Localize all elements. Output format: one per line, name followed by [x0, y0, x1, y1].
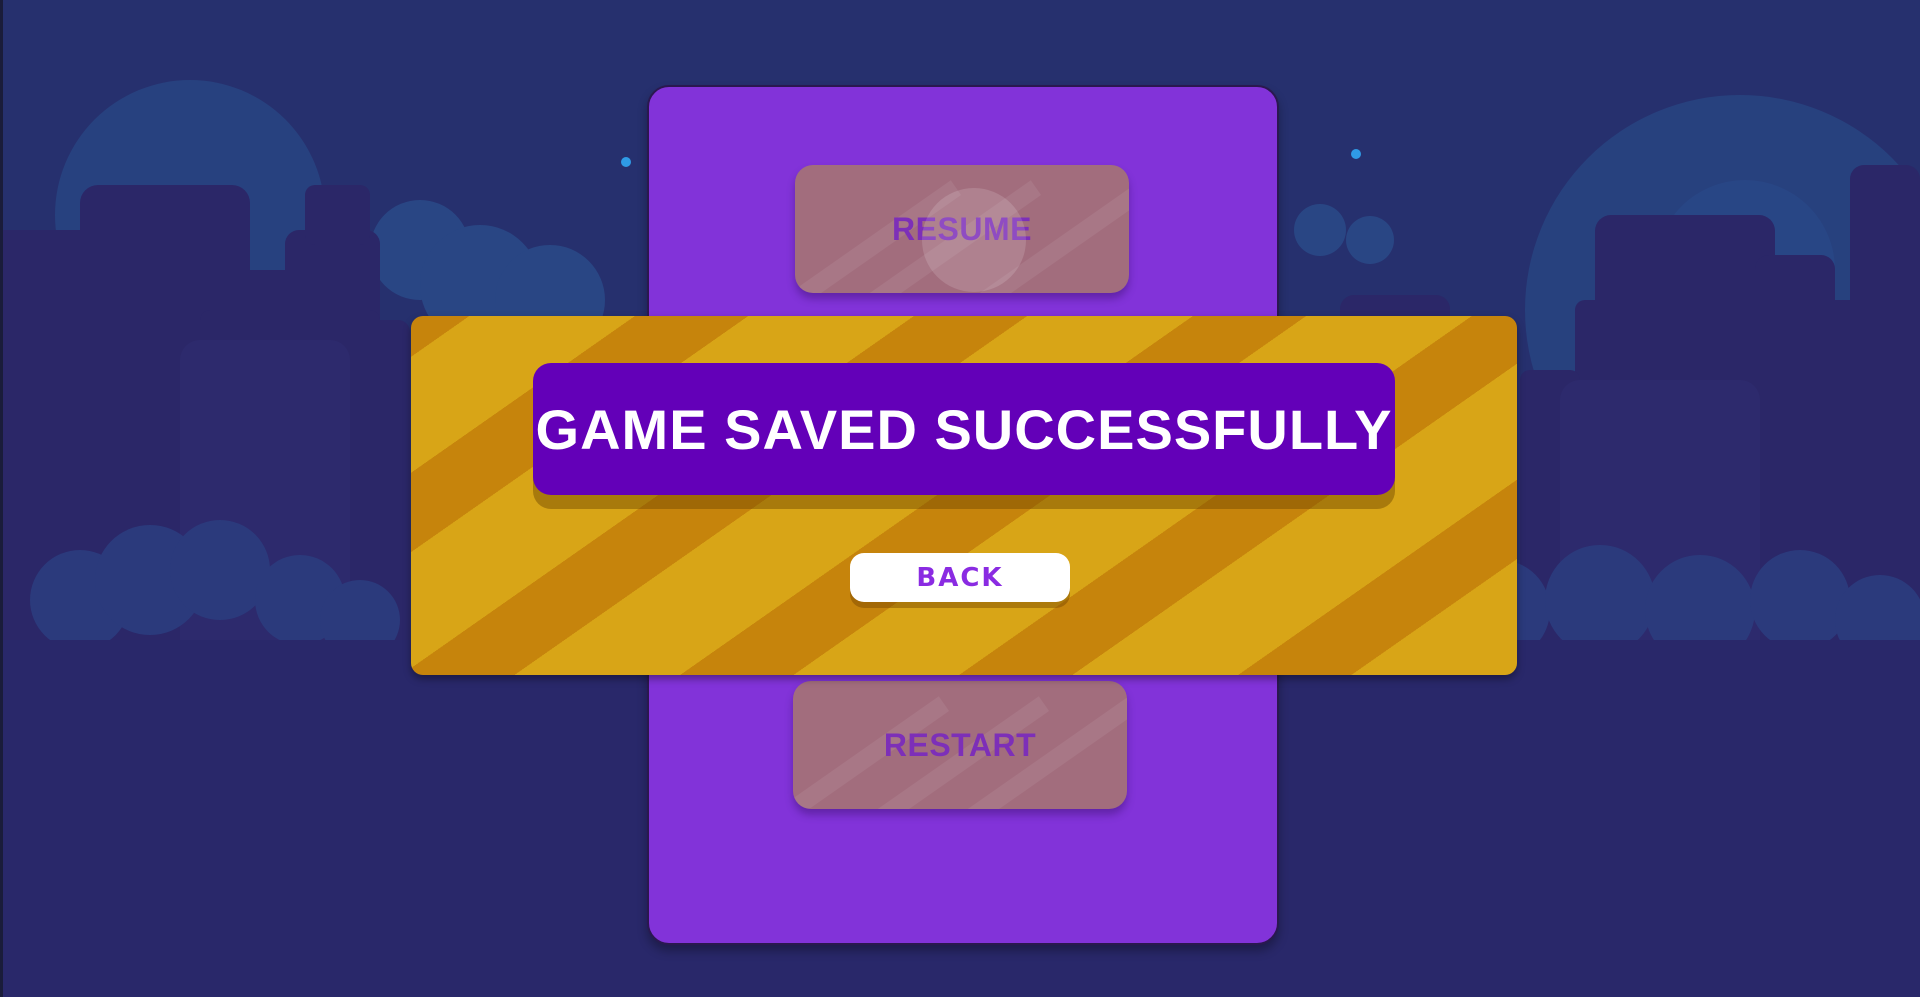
resume-button-glow — [922, 188, 1026, 292]
window-edge — [0, 0, 3, 997]
back-button[interactable]: BACK — [850, 553, 1070, 602]
save-message-text: GAME SAVED SUCCESSFULLY — [535, 397, 1393, 461]
restart-label: RESTART — [883, 726, 1037, 763]
save-message-box: GAME SAVED SUCCESSFULLY — [533, 363, 1395, 495]
back-label: BACK — [916, 562, 1004, 593]
game-screen: RESUME RESTART GAME SAVED SUCCESSFULLY B… — [0, 0, 1920, 997]
restart-button[interactable]: RESTART — [793, 681, 1127, 809]
